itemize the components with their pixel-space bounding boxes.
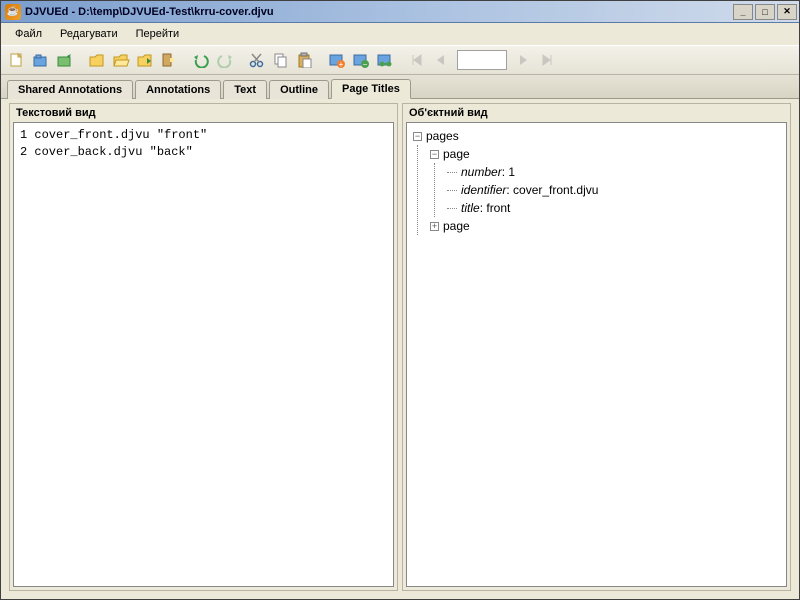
- svg-text:−: −: [363, 60, 368, 68]
- window-buttons: _ □ ✕: [733, 4, 797, 20]
- menu-edit[interactable]: Редагувати: [52, 26, 126, 42]
- redo-icon: [213, 48, 237, 72]
- prop-key: number: [461, 165, 502, 179]
- cut-icon[interactable]: [245, 48, 269, 72]
- page-number-input[interactable]: [457, 50, 507, 70]
- nav-next-icon: [511, 48, 535, 72]
- text-view-header: Текстовий вид: [10, 104, 397, 122]
- content-area: Текстовий вид 1 cover_front.djvu "front"…: [1, 99, 799, 599]
- tree-prop[interactable]: title : front: [447, 199, 780, 217]
- open-icon[interactable]: [29, 48, 53, 72]
- nav-first-icon: [405, 48, 429, 72]
- titlebar: ☕ DJVUEd - D:\temp\DJVUEd-Test\krru-cove…: [1, 1, 799, 23]
- folder-icon[interactable]: [85, 48, 109, 72]
- tree-prop[interactable]: identifier : cover_front.djvu: [447, 181, 780, 199]
- menubar: Файл Редагувати Перейти: [1, 23, 799, 45]
- exit-icon[interactable]: [157, 48, 181, 72]
- save-icon[interactable]: [53, 48, 77, 72]
- folder-export-icon[interactable]: [133, 48, 157, 72]
- prop-val: : 1: [502, 165, 515, 179]
- window-title: DJVUEd - D:\temp\DJVUEd-Test\krru-cover.…: [25, 6, 733, 18]
- minimize-button[interactable]: _: [733, 4, 753, 20]
- tabstrip: Shared Annotations Annotations Text Outl…: [1, 75, 799, 99]
- close-button[interactable]: ✕: [777, 4, 797, 20]
- nav-last-icon: [535, 48, 559, 72]
- tree-root-label: pages: [426, 129, 459, 143]
- book-remove-icon[interactable]: −: [349, 48, 373, 72]
- prop-val: : cover_front.djvu: [506, 183, 598, 197]
- tree-toggle-icon[interactable]: −: [413, 132, 422, 141]
- object-tree[interactable]: − pages − page number : 1: [406, 122, 787, 587]
- menu-file[interactable]: Файл: [7, 26, 50, 42]
- text-line: 1 cover_front.djvu "front": [20, 128, 207, 142]
- prop-key: identifier: [461, 183, 506, 197]
- book-add-icon[interactable]: +: [325, 48, 349, 72]
- prop-key: title: [461, 201, 480, 215]
- tree-page-label[interactable]: page: [443, 219, 470, 233]
- tab-annotations[interactable]: Annotations: [135, 80, 221, 99]
- tab-outline[interactable]: Outline: [269, 80, 329, 99]
- tree-prop[interactable]: number : 1: [447, 163, 780, 181]
- text-view-body[interactable]: 1 cover_front.djvu "front" 2 cover_back.…: [13, 122, 394, 587]
- app-icon: ☕: [5, 4, 21, 20]
- svg-text:+: +: [339, 60, 344, 68]
- tree-page-label[interactable]: page: [443, 147, 470, 161]
- undo-icon[interactable]: [189, 48, 213, 72]
- paste-icon[interactable]: [293, 48, 317, 72]
- toolbar: + −: [1, 45, 799, 75]
- menu-goto[interactable]: Перейти: [128, 26, 188, 42]
- text-line: 2 cover_back.djvu "back": [20, 145, 193, 159]
- tab-shared-annotations[interactable]: Shared Annotations: [7, 80, 133, 99]
- object-view-header: Об'єктний вид: [403, 104, 790, 122]
- copy-icon[interactable]: [269, 48, 293, 72]
- tree-toggle-icon[interactable]: −: [430, 150, 439, 159]
- tree-toggle-icon[interactable]: +: [430, 222, 439, 231]
- maximize-button[interactable]: □: [755, 4, 775, 20]
- text-view-pane: Текстовий вид 1 cover_front.djvu "front"…: [9, 103, 398, 591]
- tab-page-titles[interactable]: Page Titles: [331, 79, 411, 99]
- nav-prev-icon: [429, 48, 453, 72]
- object-view-pane: Об'єктний вид − pages − page: [402, 103, 791, 591]
- book-link-icon[interactable]: [373, 48, 397, 72]
- tab-text[interactable]: Text: [223, 80, 267, 99]
- folder-open-icon[interactable]: [109, 48, 133, 72]
- prop-val: : front: [480, 201, 511, 215]
- new-icon[interactable]: [5, 48, 29, 72]
